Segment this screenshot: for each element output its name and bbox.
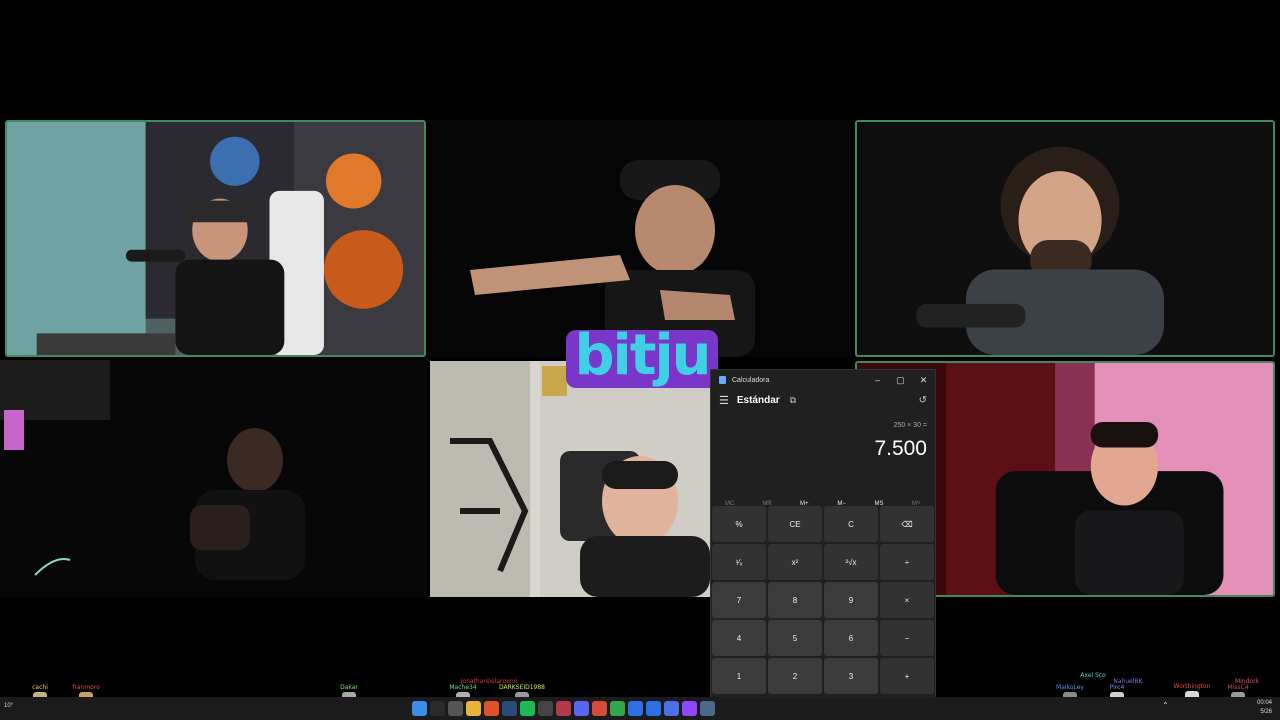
participant-video-3 [855, 120, 1275, 357]
task-view-icon[interactable] [448, 701, 463, 716]
bitju-alt-icon[interactable] [646, 701, 661, 716]
digit-8-key[interactable]: 8 [768, 582, 822, 618]
clear-key[interactable]: C [824, 506, 878, 542]
close-button[interactable]: ✕ [912, 375, 935, 386]
reciprocal-key[interactable]: ¹⁄ₓ [712, 544, 766, 580]
digit-7-key[interactable]: 7 [712, 582, 766, 618]
obs-icon[interactable] [538, 701, 553, 716]
calculator-expression: 250 × 30 = [893, 422, 927, 429]
clear-entry-key[interactable]: CE [768, 506, 822, 542]
backspace-key[interactable]: ⌫ [880, 506, 934, 542]
participant-video-4 [0, 360, 427, 597]
digit-2-key[interactable]: 2 [768, 658, 822, 694]
digit-1-key[interactable]: 1 [712, 658, 766, 694]
diamond-app-icon[interactable] [664, 701, 679, 716]
chrome-icon[interactable] [592, 701, 607, 716]
calculator-window[interactable]: Calculadora – ▢ ✕ ☰ Estándar ⧉ ↺ 250 × 3… [710, 369, 936, 700]
discord-icon[interactable] [574, 701, 589, 716]
clock-date: 5/26 [1260, 709, 1272, 715]
clock-time: 00:04 [1256, 700, 1272, 706]
history-icon[interactable]: ↺ [919, 395, 927, 406]
square-key[interactable]: x² [768, 544, 822, 580]
digit-3-key[interactable]: 3 [824, 658, 878, 694]
windows-start-icon[interactable] [412, 701, 427, 716]
terminal-icon[interactable] [556, 701, 571, 716]
viewer-name: Dakar [340, 684, 358, 691]
calculator-keypad: % CE C ⌫ ¹⁄ₓ x² ²√x ÷ 7 8 9 × 4 5 6− 1 2 3 + [712, 506, 934, 694]
minimize-button[interactable]: – [866, 375, 889, 385]
calculator-icon[interactable] [700, 701, 715, 716]
maximize-button[interactable]: ▢ [889, 375, 912, 386]
bitju-app-icon[interactable] [628, 701, 643, 716]
plus-key[interactable]: + [880, 658, 934, 694]
calculator-titlebar[interactable]: Calculadora – ▢ ✕ [711, 370, 935, 390]
logo-text: bitju [574, 330, 711, 388]
file-explorer-icon[interactable] [466, 701, 481, 716]
digit-6-key[interactable]: 6 [824, 620, 878, 656]
participant-video-2 [430, 120, 851, 357]
participant-video-1 [5, 120, 426, 357]
digit-9-key[interactable]: 9 [824, 582, 878, 618]
digit-5-key[interactable]: 5 [768, 620, 822, 656]
hamburger-icon[interactable]: ☰ [719, 394, 729, 407]
calculator-window-title: Calculadora [732, 376, 770, 384]
taskbar: 10° ⌃ 00:04 5/26 [0, 697, 1280, 720]
steam-icon[interactable] [502, 701, 517, 716]
divide-key[interactable]: ÷ [880, 544, 934, 580]
keep-on-top-icon[interactable]: ⧉ [790, 395, 796, 406]
tray-overflow-icon[interactable]: ⌃ [1162, 701, 1169, 710]
viewer-name: DARKSEID1988 [499, 684, 545, 691]
spotify-icon[interactable] [520, 701, 535, 716]
viewer-name: MissC4 [1227, 684, 1249, 691]
participant-video-5 [430, 361, 710, 597]
twitch-icon[interactable] [682, 701, 697, 716]
calculator-result: 7.500 [874, 437, 927, 460]
multiply-key[interactable]: × [880, 582, 934, 618]
sqrt-key[interactable]: ²√x [824, 544, 878, 580]
clock[interactable]: 00:04 5/26 [1257, 699, 1272, 717]
calculator-app-icon [719, 376, 726, 384]
minus-key[interactable]: − [880, 620, 934, 656]
brave-browser-icon[interactable] [484, 701, 499, 716]
calculator-mode-title: Estándar [736, 394, 780, 406]
media-player-icon[interactable] [610, 701, 625, 716]
pinned-apps [412, 701, 715, 716]
search-icon[interactable] [430, 701, 445, 716]
percent-key[interactable]: % [712, 506, 766, 542]
viewer-name: Mache34 [449, 684, 477, 691]
weather-widget[interactable]: 10° [4, 703, 13, 709]
digit-4-key[interactable]: 4 [712, 620, 766, 656]
calculator-header: ☰ Estándar ⧉ ↺ [711, 390, 935, 410]
viewer-name: franmoro [72, 684, 100, 691]
viewer-name: Pirc4 [1109, 684, 1125, 691]
bitju-logo: bitju [566, 330, 718, 388]
